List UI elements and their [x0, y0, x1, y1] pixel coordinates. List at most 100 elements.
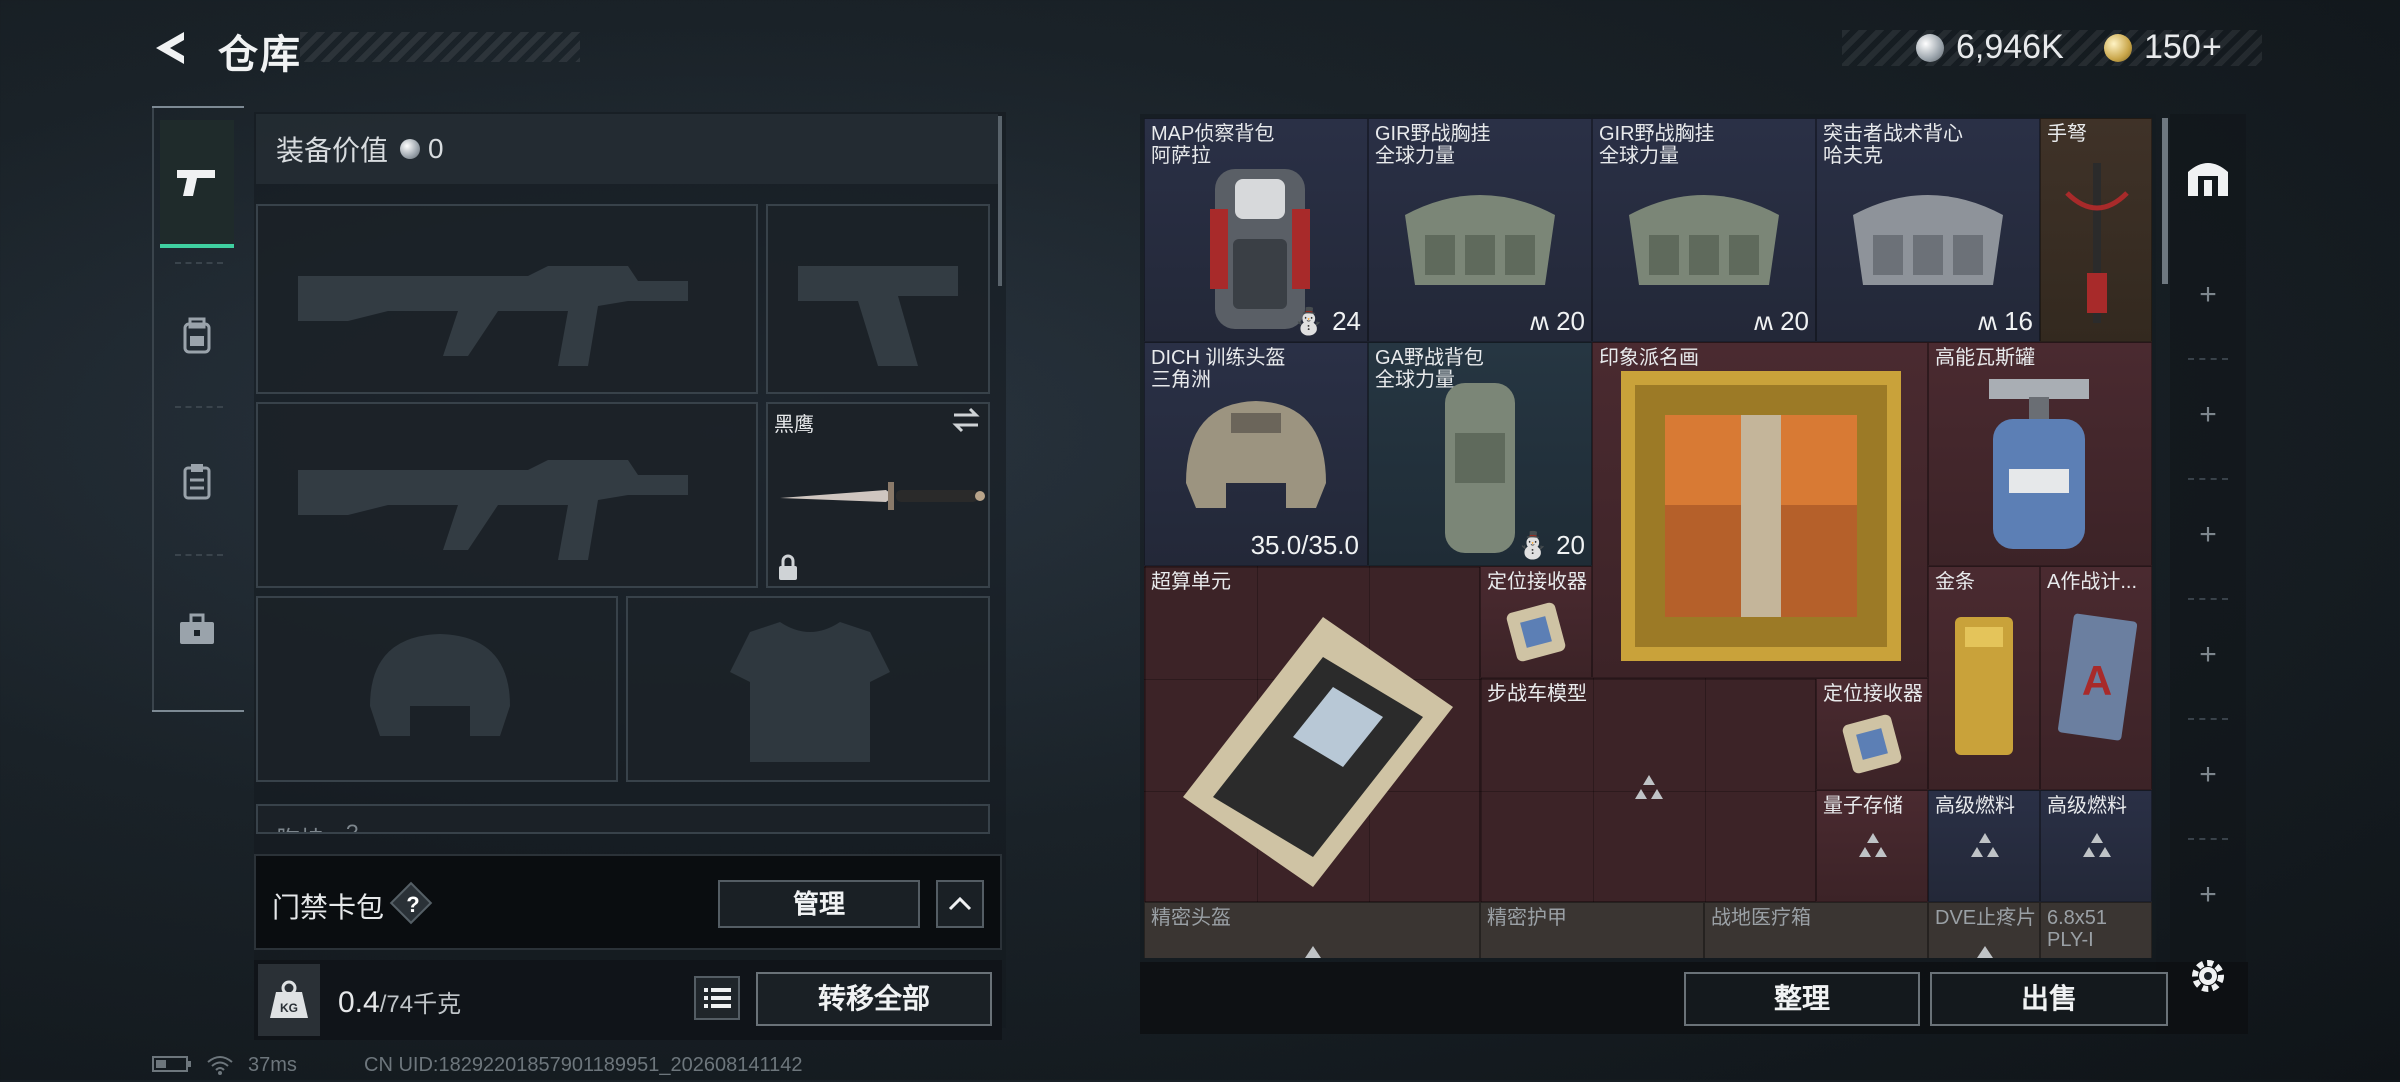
collapse-button[interactable]: [936, 880, 984, 928]
grid-item[interactable]: 精密头盔: [1144, 902, 1480, 958]
storage-tab-main[interactable]: [2184, 152, 2232, 200]
chest-rig-section[interactable]: 胸挂 ?: [256, 804, 990, 834]
grid-item[interactable]: 步战车模型: [1480, 678, 1816, 902]
grid-item[interactable]: A作战计... A: [2040, 566, 2152, 790]
grid-item[interactable]: 定位接收器: [1480, 566, 1592, 678]
item-name: 精密护甲: [1487, 907, 1567, 929]
melee-slot[interactable]: 黑鹰: [766, 402, 990, 588]
category-equipment[interactable]: [160, 272, 234, 400]
grid-item[interactable]: GIR野战胸挂 全球力量 ʍ 20: [1592, 118, 1816, 342]
item-name: 6.8x51 PLY-I: [2047, 907, 2108, 951]
armor-slot[interactable]: [626, 596, 990, 782]
list-view-button[interactable]: [694, 976, 740, 1020]
add-storage-tab-button[interactable]: +: [2192, 398, 2224, 432]
transfer-all-button[interactable]: 转移全部: [756, 972, 992, 1026]
pistol-icon: [177, 170, 215, 196]
item-name: 精密头盔: [1151, 907, 1231, 929]
chest-rig-icon: [1405, 195, 1555, 285]
crossbow-icon: [2065, 163, 2129, 323]
primary-weapon-slot[interactable]: [256, 204, 758, 394]
add-storage-tab-button[interactable]: +: [2192, 638, 2224, 672]
tab-separator: [2188, 718, 2228, 722]
rail-separator: [175, 406, 223, 408]
sort-button[interactable]: 整理: [1684, 972, 1920, 1026]
tab-separator: [2188, 838, 2228, 842]
add-storage-tab-button[interactable]: +: [2192, 518, 2224, 552]
card-pack-label: 门禁卡包: [272, 892, 385, 923]
list-icon: [704, 988, 731, 1008]
grid-item[interactable]: 6.8x51 PLY-I: [2040, 902, 2152, 958]
item-capacity: ʍ 16: [1978, 306, 2033, 336]
add-storage-tab-button[interactable]: +: [2192, 878, 2224, 912]
equipment-value: 0: [428, 133, 444, 164]
grid-item[interactable]: 高级燃料: [1928, 790, 2040, 902]
manage-button[interactable]: 管理: [718, 880, 920, 928]
tactical-vest-icon: [1853, 195, 2003, 285]
swap-icon[interactable]: [950, 406, 982, 434]
grid-item[interactable]: 金条: [1928, 566, 2040, 790]
silver-coin-icon: [1916, 34, 1944, 62]
secondary-weapon-slot[interactable]: [766, 204, 990, 394]
item-name: DVE止疼片: [1935, 907, 2037, 929]
locator-icon: [1842, 714, 1902, 774]
item-name: 战地医疗箱: [1711, 907, 1811, 929]
battle-plan-book-icon: A: [2058, 613, 2137, 741]
grid-item[interactable]: 战地医疗箱: [1704, 902, 1928, 958]
grid-item[interactable]: MAP侦察背包 阿萨拉 ⛄ 24: [1144, 118, 1368, 342]
grid-item[interactable]: 印象派名画: [1592, 342, 1928, 678]
item-name: 定位接收器: [1823, 683, 1923, 705]
grid-item[interactable]: 手弩: [2040, 118, 2152, 342]
grid-item[interactable]: GIR野战胸挂 全球力量 ʍ 20: [1368, 118, 1592, 342]
item-name: GIR野战胸挂 全球力量: [1599, 123, 1715, 167]
grid-item[interactable]: 突击者战术背心 哈夫克 ʍ 16: [1816, 118, 2040, 342]
category-weapons[interactable]: [160, 120, 234, 248]
secondary-rifle-slot[interactable]: [256, 402, 758, 588]
unknown-item-icon: [1971, 833, 1999, 857]
unknown-item-icon: [2083, 833, 2111, 857]
category-consumables[interactable]: [160, 418, 234, 546]
grid-item[interactable]: GA野战背包 全球力量 ⛄ 20: [1368, 342, 1592, 566]
storage-grid: MAP侦察背包 阿萨拉 ⛄ 24 GIR野战胸挂 全球力量 ʍ 20 GIR野战…: [1144, 118, 2152, 958]
grid-item[interactable]: 超算单元: [1144, 566, 1480, 902]
weight-capacity: /74千克: [379, 991, 462, 1018]
help-button[interactable]: ?: [396, 888, 430, 922]
add-storage-tab-button[interactable]: +: [2192, 758, 2224, 792]
wifi-icon: [206, 1054, 234, 1082]
chest-rig-icon: [1629, 195, 1779, 285]
grid-item[interactable]: 精密护甲: [1480, 902, 1704, 958]
ping: 37ms: [248, 1054, 297, 1076]
helmet-slot[interactable]: [256, 596, 618, 782]
svg-text:A: A: [2082, 657, 2112, 704]
add-storage-tab-button[interactable]: +: [2192, 278, 2224, 312]
settings-button[interactable]: [2186, 954, 2230, 998]
equipment-value-label: 装备价值: [276, 135, 389, 166]
grid-item[interactable]: 量子存储: [1816, 790, 1928, 902]
lock-icon: [779, 554, 797, 580]
equipment-value-row: 装备价值 0: [256, 114, 998, 184]
back-button[interactable]: [150, 26, 194, 70]
sell-button[interactable]: 出售: [1930, 972, 2168, 1026]
weight-icon-box: KG: [258, 964, 320, 1036]
item-name: 印象派名画: [1599, 347, 1699, 369]
weight-readout: 0.4/74千克: [338, 984, 461, 1020]
grid-item[interactable]: 定位接收器: [1816, 678, 1928, 790]
add-gold-button[interactable]: +: [2202, 28, 2222, 67]
grid-item[interactable]: DICH 训练头盔 三角洲 35.0/35.0: [1144, 342, 1368, 566]
unknown-item-icon: [1859, 833, 1887, 857]
grid-item[interactable]: DVE止疼片: [1928, 902, 2040, 958]
category-toolbox[interactable]: [160, 566, 234, 694]
helmet-silhouette-icon: [370, 634, 510, 736]
locator-icon: [1506, 602, 1566, 662]
back-arrow-icon: [156, 32, 184, 64]
grid-item[interactable]: 高能瓦斯罐: [1928, 342, 2152, 566]
grid-item[interactable]: 高级燃料: [2040, 790, 2152, 902]
silver-coin-icon: [400, 139, 421, 159]
item-name: 量子存储: [1823, 795, 1903, 817]
tab-separator: [2188, 478, 2228, 482]
equipment-scrollbar[interactable]: [998, 116, 1002, 286]
storage-scrollbar[interactable]: [2162, 118, 2168, 284]
item-name: GIR野战胸挂 全球力量: [1375, 123, 1491, 167]
painting-icon: [1621, 371, 1901, 661]
item-name: 超算单元: [1151, 571, 1231, 593]
item-capacity: ʍ 20: [1530, 306, 1585, 336]
